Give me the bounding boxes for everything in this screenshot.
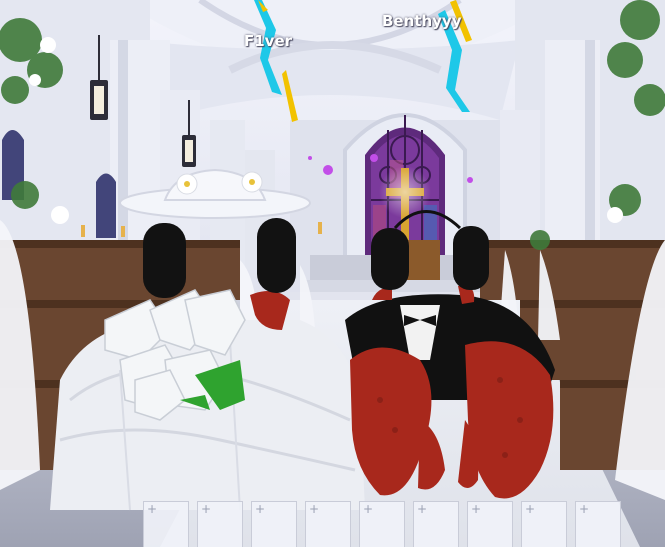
plus-icon: + xyxy=(525,502,536,516)
player-name-tag: F1ver xyxy=(244,32,293,50)
hotbar-slot[interactable]: + xyxy=(359,501,405,547)
plus-icon: + xyxy=(147,502,158,516)
plus-icon: + xyxy=(201,502,212,516)
hotbar-slot[interactable]: + xyxy=(143,501,189,547)
hotbar-slot[interactable]: + xyxy=(413,501,459,547)
hotbar-slot[interactable]: + xyxy=(305,501,351,547)
avatar-groom[interactable] xyxy=(0,0,665,547)
player-name-tag: Benthyyy xyxy=(382,12,462,30)
hotbar-slot[interactable]: + xyxy=(251,501,297,547)
plus-icon: + xyxy=(309,502,320,516)
hotbar-slot[interactable]: + xyxy=(575,501,621,547)
plus-icon: + xyxy=(417,502,428,516)
hotbar-slot[interactable]: + xyxy=(467,501,513,547)
plus-icon: + xyxy=(255,502,266,516)
plus-icon: + xyxy=(471,502,482,516)
game-viewport[interactable]: F1ver Benthyyy + + + + + + + + + xyxy=(0,0,665,547)
hotbar-slot[interactable]: + xyxy=(521,501,567,547)
plus-icon: + xyxy=(363,502,374,516)
hotbar-slot[interactable]: + xyxy=(197,501,243,547)
hotbar: + + + + + + + + + xyxy=(143,501,621,547)
plus-icon: + xyxy=(579,502,590,516)
